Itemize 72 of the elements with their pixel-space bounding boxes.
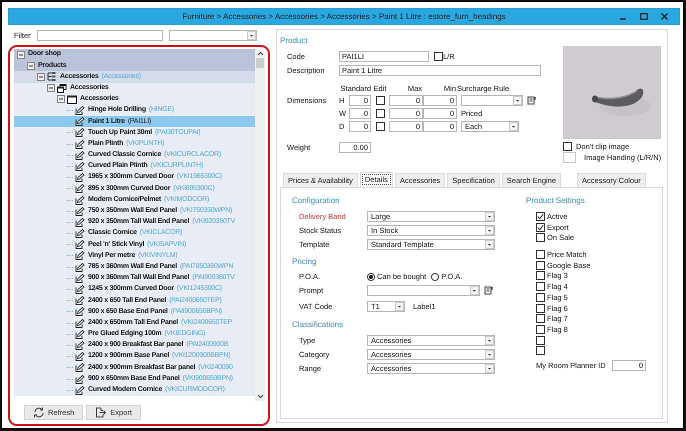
edit-document-icon <box>75 206 85 216</box>
edit-document-icon <box>75 106 85 116</box>
checkbox[interactable] <box>536 212 545 222</box>
edit-document-icon <box>75 218 85 227</box>
edit-document-icon <box>75 285 85 294</box>
checkbox[interactable] <box>536 271 545 280</box>
edit-document-icon <box>75 374 85 384</box>
edit-document-icon <box>75 117 85 126</box>
lookup-icon[interactable] <box>484 286 494 296</box>
checkbox[interactable] <box>536 250 545 260</box>
edit-document-icon <box>75 128 85 138</box>
checkbox[interactable] <box>536 222 545 232</box>
edit-document-icon <box>75 262 85 272</box>
section-heading: Configuration <box>292 196 341 206</box>
collapse-icon[interactable] <box>27 62 35 70</box>
edit-document-icon <box>75 296 85 306</box>
collapse-icon[interactable] <box>57 95 65 104</box>
collapse-icon[interactable] <box>47 84 55 92</box>
checkbox[interactable] <box>536 292 545 302</box>
section-heading: Pricing <box>292 257 318 267</box>
window-icon <box>67 94 77 104</box>
checkbox[interactable] <box>376 96 384 105</box>
edit-document-icon <box>75 330 85 339</box>
windows-icon <box>57 84 67 93</box>
radio-button[interactable] <box>367 272 375 281</box>
section-heading: Classifications <box>292 320 344 330</box>
checkbox[interactable] <box>536 233 545 242</box>
checkbox[interactable] <box>376 122 384 131</box>
edit-document-icon <box>75 240 85 250</box>
edit-document-icon <box>75 184 85 194</box>
checkbox[interactable] <box>536 304 545 313</box>
input-field[interactable] <box>563 152 576 163</box>
checkbox[interactable] <box>536 314 545 324</box>
edit-document-icon <box>75 340 85 350</box>
edit-document-icon <box>75 162 85 171</box>
radio-button[interactable] <box>431 272 440 281</box>
edit-document-icon <box>75 318 85 328</box>
export-icon <box>95 407 106 418</box>
scroll-down-icon[interactable] <box>256 394 264 399</box>
scroll-up-icon[interactable] <box>256 51 264 56</box>
edit-document-icon <box>75 274 85 283</box>
checkbox[interactable] <box>536 336 545 345</box>
edit-document-icon <box>75 150 85 160</box>
edit-document-icon <box>75 251 85 260</box>
refresh-icon <box>33 407 44 418</box>
section-heading: Product Settings <box>526 196 586 206</box>
checkbox[interactable] <box>536 282 545 292</box>
checkbox[interactable] <box>536 324 545 334</box>
scrollbar-thumb[interactable] <box>256 58 264 68</box>
checkbox[interactable] <box>536 346 545 356</box>
edit-document-icon <box>75 173 85 182</box>
edit-document-icon <box>75 140 85 149</box>
collapse-icon[interactable] <box>17 50 25 59</box>
hierarchy-icon <box>47 72 57 82</box>
lookup-icon[interactable] <box>527 96 537 105</box>
edit-document-icon <box>75 196 85 205</box>
edit-document-icon <box>75 386 85 395</box>
checkbox[interactable] <box>563 142 572 151</box>
checkbox[interactable] <box>434 52 443 62</box>
section-heading: Product <box>280 36 309 46</box>
edit-document-icon <box>75 363 85 372</box>
edit-document-icon <box>75 229 85 238</box>
close-icon[interactable] <box>661 13 668 20</box>
edit-document-icon <box>75 307 85 316</box>
collapse-icon[interactable] <box>37 72 45 81</box>
filter-field[interactable] <box>36 30 163 41</box>
window-title: Furniture > Accessories > Accessories > Accessories > Paint 1 Litre : estore_furn_headings <box>181 12 507 22</box>
checkbox[interactable] <box>376 108 384 118</box>
checkbox[interactable] <box>536 260 545 270</box>
edit-document-icon <box>75 352 85 362</box>
maximize-icon[interactable] <box>640 13 648 20</box>
scrollbar[interactable] <box>255 49 265 401</box>
